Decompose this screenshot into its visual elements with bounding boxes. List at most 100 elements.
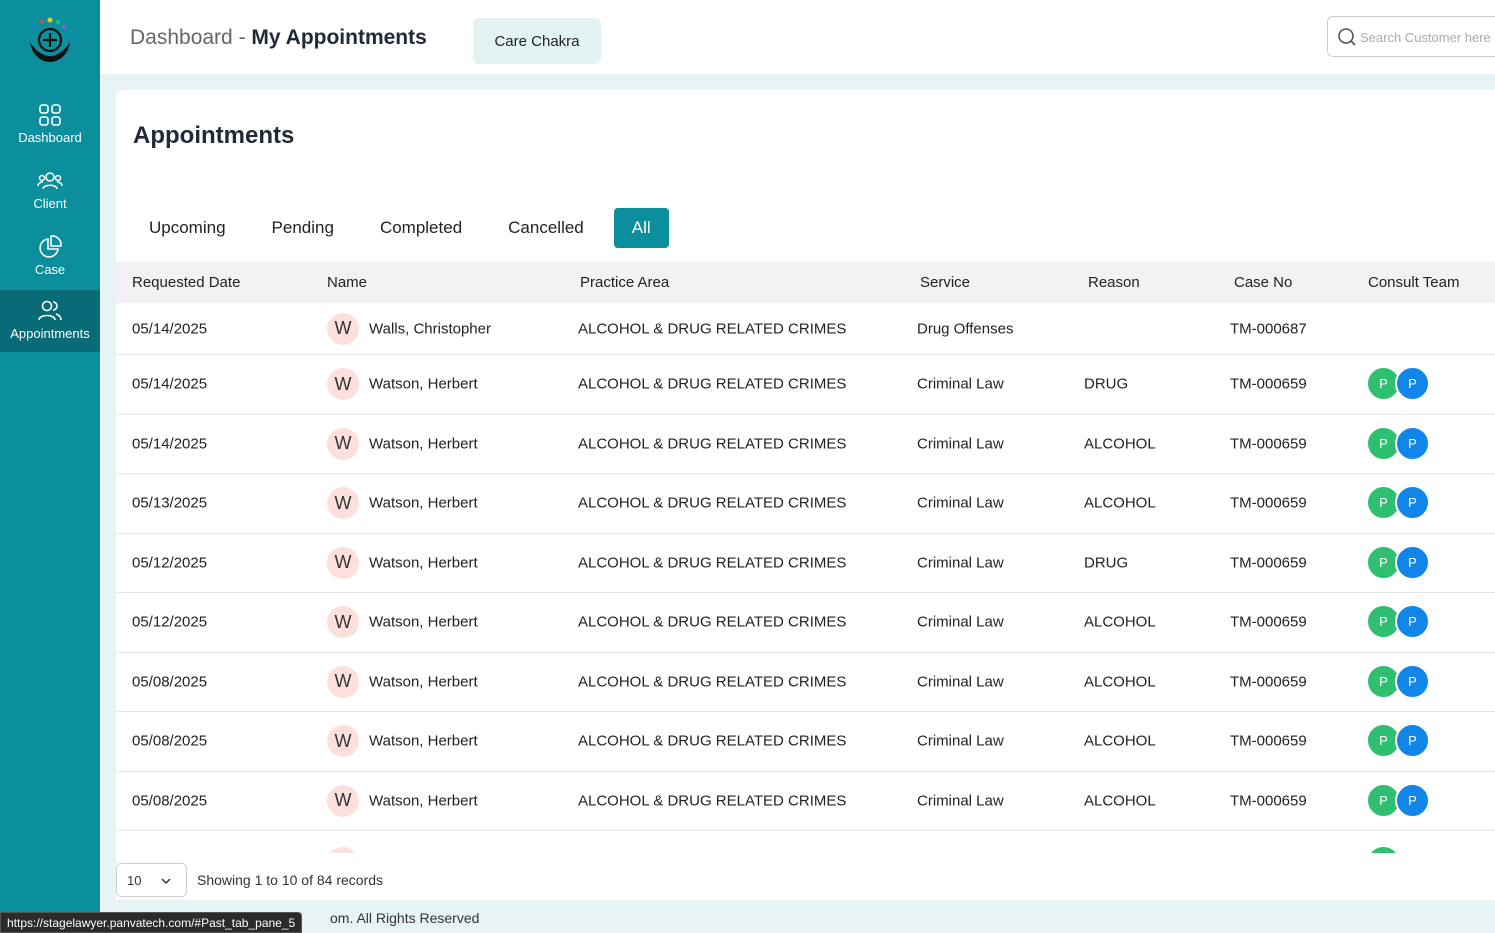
cell-case-no[interactable]: TM-000659 bbox=[1230, 673, 1307, 690]
cell-case-no[interactable]: TM-000687 bbox=[1230, 320, 1307, 337]
page-size-select[interactable]: 10 bbox=[116, 863, 187, 897]
avatar: W bbox=[327, 368, 359, 401]
cell-case-no[interactable]: TM-000659 bbox=[1230, 792, 1307, 809]
pie-chart-icon bbox=[39, 235, 62, 258]
cell-practice-area: ALCOHOL & DRUG RELATED CRIMES bbox=[578, 673, 847, 691]
users-icon bbox=[37, 172, 63, 190]
footer: om. All Rights Reserved bbox=[100, 900, 1495, 933]
table-row[interactable]: W 05/14/2025 Watson, Herbert ALCOHOL & DRUG… bbox=[116, 415, 1495, 474]
tab-cancelled[interactable]: Cancelled bbox=[492, 208, 600, 248]
table-row[interactable]: W 05/12/2025 Watson, Herbert ALCOHOL & DRUG… bbox=[116, 534, 1495, 593]
cell-client-name[interactable]: Watson, Herbert bbox=[369, 614, 478, 631]
avatar: W bbox=[327, 546, 359, 579]
sidebar-item-label: Dashboard bbox=[18, 130, 82, 145]
avatar: W bbox=[327, 606, 359, 639]
tab-all[interactable]: All bbox=[613, 208, 669, 248]
team-member-avatar[interactable]: P bbox=[1395, 366, 1430, 402]
cell-reason: ALCOHOL bbox=[1084, 673, 1156, 691]
column-header-service[interactable]: Service bbox=[920, 274, 970, 291]
cell-client-name[interactable]: Watson, Herbert bbox=[369, 733, 478, 750]
sidebar-item-case[interactable]: Case bbox=[0, 226, 100, 288]
cell-reason: DRUG bbox=[1084, 554, 1129, 572]
cell-requested-date: 05/14/2025 bbox=[132, 435, 208, 453]
team-member-avatar[interactable]: P bbox=[1395, 782, 1430, 818]
cell-client-name[interactable]: Watson, Herbert bbox=[369, 792, 478, 809]
org-chip[interactable]: Care Chakra bbox=[473, 18, 601, 64]
breadcrumb-root[interactable]: Dashboard bbox=[130, 26, 233, 49]
chevron-down-icon bbox=[161, 878, 171, 885]
cell-reason: DRUG bbox=[1084, 375, 1129, 393]
tab-upcoming[interactable]: Upcoming bbox=[133, 208, 242, 248]
table-row-partial bbox=[116, 831, 1495, 853]
avatar bbox=[327, 847, 359, 853]
cell-requested-date: 05/08/2025 bbox=[132, 732, 208, 750]
sidebar-item-label: Appointments bbox=[10, 326, 90, 341]
column-header-consult-team[interactable]: Consult Team bbox=[1368, 274, 1459, 291]
cell-service: Criminal Law bbox=[917, 554, 1004, 572]
cell-requested-date: 05/13/2025 bbox=[132, 494, 208, 512]
cell-service: Criminal Law bbox=[917, 792, 1004, 810]
breadcrumb-separator: - bbox=[238, 26, 246, 49]
team-member-avatar[interactable]: P bbox=[1395, 544, 1430, 580]
sidebar-item-client[interactable]: Client bbox=[0, 160, 100, 222]
column-header-reason[interactable]: Reason bbox=[1088, 274, 1140, 291]
sidebar: Dashboard Client Case Appointments bbox=[0, 0, 100, 933]
sidebar-item-label: Case bbox=[34, 262, 66, 277]
table-row[interactable]: W 05/12/2025 Watson, Herbert ALCOHOL & DRUG… bbox=[116, 593, 1495, 653]
copyright-text: om. All Rights Reserved bbox=[330, 910, 480, 926]
table-row[interactable]: W 05/13/2025 Watson, Herbert ALCOHOL & DRUG… bbox=[116, 474, 1495, 534]
breadcrumb: Dashboard - My Appointments bbox=[130, 26, 427, 50]
cell-client-name[interactable]: Watson, Herbert bbox=[369, 376, 478, 393]
cell-case-no[interactable]: TM-000659 bbox=[1230, 495, 1307, 512]
team-member-avatar[interactable]: P bbox=[1395, 663, 1430, 699]
cell-case-no[interactable]: TM-000659 bbox=[1230, 733, 1307, 750]
column-header-case-no[interactable]: Case No bbox=[1234, 274, 1292, 291]
cell-case-no[interactable]: TM-000659 bbox=[1230, 435, 1307, 452]
team-member-avatar[interactable]: P bbox=[1395, 485, 1430, 521]
cell-requested-date: 05/08/2025 bbox=[132, 792, 208, 810]
column-header-practice-area[interactable]: Practice Area bbox=[580, 274, 669, 291]
cell-practice-area: ALCOHOL & DRUG RELATED CRIMES bbox=[578, 320, 847, 337]
cell-practice-area: ALCOHOL & DRUG RELATED CRIMES bbox=[578, 494, 847, 512]
search-input[interactable] bbox=[1360, 26, 1495, 48]
cell-case-no[interactable]: TM-000659 bbox=[1230, 376, 1307, 393]
consult-team: PP bbox=[1366, 425, 1436, 462]
status-bar-url: https://stagelawyer.panvatech.com/#Past_… bbox=[0, 912, 303, 933]
team-member-avatar[interactable]: P bbox=[1395, 604, 1430, 640]
avatar: W bbox=[327, 427, 359, 460]
tab-completed[interactable]: Completed bbox=[364, 208, 478, 248]
table-row[interactable]: W 05/14/2025 Walls, Christopher ALCOHOL & D… bbox=[116, 303, 1495, 355]
cell-client-name[interactable]: Watson, Herbert bbox=[369, 554, 478, 571]
table-row[interactable]: W 05/08/2025 Watson, Herbert ALCOHOL & DRUG… bbox=[116, 772, 1495, 831]
cell-client-name[interactable]: Watson, Herbert bbox=[369, 435, 478, 452]
table-row[interactable]: W 05/08/2025 Watson, Herbert ALCOHOL & DRUG… bbox=[116, 653, 1495, 712]
cell-service: Criminal Law bbox=[917, 375, 1004, 393]
sidebar-item-appointments[interactable]: Appointments bbox=[0, 290, 100, 352]
search-box[interactable] bbox=[1327, 16, 1495, 57]
sidebar-item-dashboard[interactable]: Dashboard bbox=[0, 94, 100, 156]
team-member-avatar[interactable]: P bbox=[1395, 723, 1430, 759]
cell-case-no[interactable]: TM-000659 bbox=[1230, 554, 1307, 571]
logo-icon[interactable] bbox=[24, 12, 76, 64]
cell-practice-area: ALCOHOL & DRUG RELATED CRIMES bbox=[578, 435, 847, 453]
cell-requested-date: 05/12/2025 bbox=[132, 554, 208, 572]
cell-reason: ALCOHOL bbox=[1084, 494, 1156, 512]
cell-case-no[interactable]: TM-000659 bbox=[1230, 614, 1307, 631]
column-header-requested-date[interactable]: Requested Date bbox=[132, 274, 240, 291]
cell-service: Criminal Law bbox=[917, 494, 1004, 512]
cell-reason: ALCOHOL bbox=[1084, 792, 1156, 810]
consult-team: PP bbox=[1366, 723, 1436, 759]
appointments-card: Appointments Upcoming Pending Completed … bbox=[116, 90, 1495, 900]
column-header-name[interactable]: Name bbox=[327, 274, 367, 291]
cell-client-name[interactable]: Watson, Herbert bbox=[369, 673, 478, 690]
consult-team: PP bbox=[1366, 604, 1436, 640]
table-row[interactable]: W 05/08/2025 Watson, Herbert ALCOHOL & DRUG… bbox=[116, 712, 1495, 772]
cell-client-name[interactable]: Watson, Herbert bbox=[369, 495, 478, 512]
table-row[interactable]: W 05/14/2025 Watson, Herbert ALCOHOL & DRUG… bbox=[116, 355, 1495, 415]
tab-pending[interactable]: Pending bbox=[256, 208, 350, 248]
cell-client-name[interactable]: Walls, Christopher bbox=[369, 320, 491, 337]
cell-service: Drug Offenses bbox=[917, 320, 1014, 337]
cell-service: Criminal Law bbox=[917, 673, 1004, 691]
records-summary: Showing 1 to 10 of 84 records bbox=[197, 872, 384, 888]
team-member-avatar[interactable]: P bbox=[1395, 425, 1430, 461]
